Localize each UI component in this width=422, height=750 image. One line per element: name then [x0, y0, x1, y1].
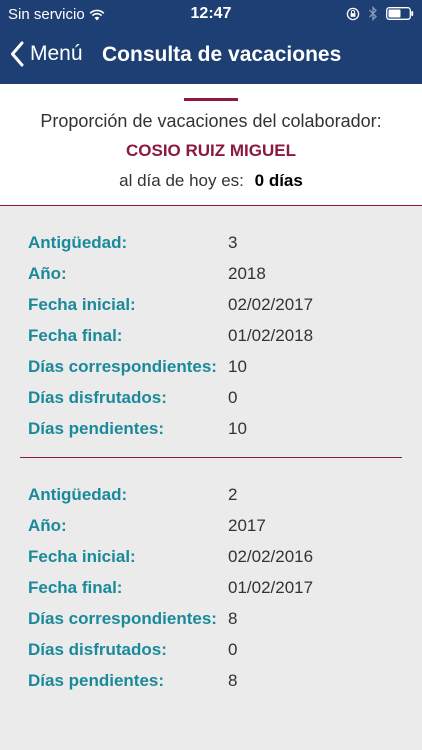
summary-caption: Proporción de vacaciones del colaborador… [40, 111, 382, 131]
field-value: 8 [228, 671, 238, 690]
field-label: Días disfrutados: [28, 388, 167, 407]
field-row-antiguedad: Antigüedad: 2 [0, 484, 422, 505]
field-row-fecha-inicial: Fecha inicial: 02/02/2016 [0, 546, 422, 567]
field-row-fecha-final: Fecha final: 01/02/2018 [0, 325, 422, 346]
field-value: 8 [228, 609, 238, 628]
back-button[interactable]: Menú [10, 41, 83, 67]
field-row-ano: Año: 2017 [0, 515, 422, 536]
field-label: Días correspondientes: [28, 357, 217, 376]
field-label: Año: [28, 516, 67, 535]
rotation-lock-icon [346, 7, 360, 20]
field-value: 01/02/2017 [228, 578, 314, 597]
page-title: Consulta de vacaciones [102, 43, 342, 66]
field-label: Días pendientes: [28, 419, 165, 438]
field-label: Antigüedad: [28, 233, 128, 252]
field-label: Antigüedad: [28, 485, 128, 504]
field-value: 0 [228, 388, 238, 407]
field-row-fecha-final: Fecha final: 01/02/2017 [0, 577, 422, 598]
field-label: Días disfrutados: [28, 640, 167, 659]
field-value: 02/02/2017 [228, 295, 314, 314]
field-value: 0 [228, 640, 238, 659]
vacation-record: Antigüedad: 2 Año: 2017 Fecha inicial: 0… [0, 458, 422, 691]
bluetooth-icon [369, 6, 377, 21]
back-label: Menú [30, 42, 83, 65]
accent-divider [184, 98, 238, 101]
field-value: 01/02/2018 [228, 326, 314, 345]
field-row-dias-pendientes: Días pendientes: 8 [0, 670, 422, 691]
field-row-dias-disfrutados: Días disfrutados: 0 [0, 639, 422, 660]
today-balance: al día de hoy es: 0 días [0, 171, 422, 191]
employee-name: COSIO RUIZ MIGUEL [126, 141, 296, 160]
field-label: Año: [28, 264, 67, 283]
field-value: 2018 [228, 264, 266, 283]
field-value: 2 [228, 485, 238, 504]
status-bar: Sin servicio 12:47 [0, 0, 422, 30]
field-value: 02/02/2016 [228, 547, 314, 566]
field-row-antiguedad: Antigüedad: 3 [0, 232, 422, 253]
field-row-dias-correspondientes: Días correspondientes: 8 [0, 608, 422, 629]
field-label: Fecha final: [28, 578, 123, 597]
battery-icon [386, 7, 414, 20]
field-row-dias-pendientes: Días pendientes: 10 [0, 418, 422, 439]
vacation-record: Antigüedad: 3 Año: 2018 Fecha inicial: 0… [0, 206, 422, 458]
field-row-dias-disfrutados: Días disfrutados: 0 [0, 387, 422, 408]
vacation-records-list[interactable]: Antigüedad: 3 Año: 2018 Fecha inicial: 0… [0, 206, 422, 750]
field-row-ano: Año: 2018 [0, 263, 422, 284]
field-label: Días correspondientes: [28, 609, 217, 628]
today-label: al día de hoy es: [119, 171, 244, 190]
nav-bar: Menú Consulta de vacaciones [0, 30, 422, 84]
field-label: Fecha final: [28, 326, 123, 345]
today-value: 0 días [254, 171, 303, 190]
field-value: 10 [228, 419, 247, 438]
field-value: 2017 [228, 516, 266, 535]
field-value: 3 [228, 233, 238, 252]
field-label: Fecha inicial: [28, 547, 136, 566]
chevron-left-icon [11, 41, 24, 67]
field-value: 10 [228, 357, 247, 376]
field-label: Días pendientes: [28, 671, 165, 690]
field-row-fecha-inicial: Fecha inicial: 02/02/2017 [0, 294, 422, 315]
vacation-summary: Proporción de vacaciones del colaborador… [0, 84, 422, 206]
field-row-dias-correspondientes: Días correspondientes: 10 [0, 356, 422, 377]
field-label: Fecha inicial: [28, 295, 136, 314]
